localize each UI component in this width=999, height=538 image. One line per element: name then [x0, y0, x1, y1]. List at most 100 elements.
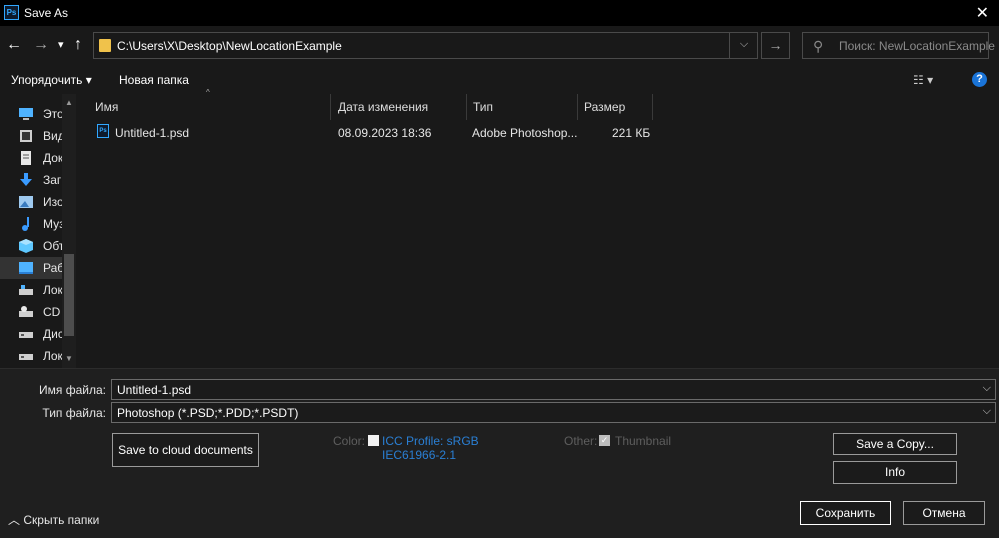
thumbnail-checkbox[interactable]: ✓ — [599, 435, 610, 446]
up-arrow-icon[interactable]: ↑ — [74, 36, 82, 54]
filename-dropdown-chevron-icon[interactable]: ⌵ — [983, 382, 991, 395]
sidebar-item-label: Видео — [43, 129, 62, 143]
color-label: Color: — [333, 434, 366, 448]
sidebar-item-label: Объемные объекты — [43, 239, 62, 253]
forward-arrow-icon[interactable]: → — [33, 36, 49, 54]
sidebar-item-cd-drive[interactable]: CD — [0, 301, 62, 323]
drive-icon — [19, 354, 33, 360]
sidebar-scrollbar[interactable]: ▲ ▼ — [62, 94, 76, 368]
close-icon[interactable]: ✕ — [976, 3, 989, 23]
sidebar-item-videos[interactable]: Видео — [0, 125, 62, 147]
sidebar-item-local-disk[interactable]: Локальный диск — [0, 279, 62, 301]
icc-profile-checkbox[interactable] — [368, 435, 379, 446]
save-button[interactable]: Сохранить — [800, 501, 891, 525]
column-header-type[interactable]: Тип — [467, 94, 578, 120]
filename-label: Имя файла: — [39, 383, 106, 397]
scroll-down-arrow-icon[interactable]: ▼ — [65, 354, 73, 363]
column-header-label: Имя — [95, 100, 119, 114]
sidebar-item-disk[interactable]: Диск — [0, 323, 62, 345]
sidebar-item-label: Документы — [43, 151, 62, 165]
recent-locations-chevron-icon[interactable]: ▾ — [58, 36, 64, 54]
music-icon — [22, 217, 29, 231]
sidebar-item-pictures[interactable]: Изображения — [0, 191, 62, 213]
sidebar-item-label: Этот компьютер — [43, 107, 62, 121]
file-name: Untitled-1.psd — [115, 126, 190, 140]
sort-ascending-icon: ^ — [206, 88, 210, 97]
sidebar-item-desktop[interactable]: Рабочий стол — [0, 257, 62, 279]
hide-folders-label: Скрыть папки — [23, 513, 100, 527]
3d-objects-icon — [19, 239, 33, 253]
cancel-button[interactable]: Отмена — [903, 501, 985, 525]
save-a-copy-button[interactable]: Save a Copy... — [833, 433, 957, 455]
window-title: Save As — [24, 6, 69, 20]
filename-input[interactable]: Untitled-1.psd ⌵ — [111, 379, 996, 400]
column-header-date[interactable]: Дата изменения — [332, 94, 467, 120]
column-header-label: Тип — [473, 100, 494, 114]
sidebar-item-3d-objects[interactable]: Объемные объекты — [0, 235, 62, 257]
sidebar-item-local[interactable]: Локальный — [0, 345, 62, 367]
sidebar-item-label: Музыка — [43, 217, 62, 231]
search-placeholder[interactable]: Поиск: NewLocationExample — [839, 39, 995, 53]
save-to-cloud-button[interactable]: Save to cloud documents — [112, 433, 259, 467]
photoshop-app-icon: Ps — [4, 5, 19, 20]
address-dropdown-chevron-icon[interactable]: ⌵ — [729, 32, 758, 59]
info-button[interactable]: Info — [833, 461, 957, 484]
save-options-panel: Имя файла: Untitled-1.psd ⌵ Тип файла: P… — [0, 368, 999, 538]
navigation-bar: ← → ▾ ↑ C:\Users\X\Desktop\NewLocationEx… — [0, 26, 999, 66]
download-icon — [20, 173, 32, 186]
hide-folders-button[interactable]: ︿ Скрыть папки — [8, 511, 99, 528]
help-icon[interactable]: ? — [972, 72, 987, 87]
computer-icon — [19, 108, 33, 120]
scroll-up-arrow-icon[interactable]: ▲ — [65, 98, 73, 107]
filetype-select[interactable]: Photoshop (*.PSD;*.PDD;*.PSDT) ⌵ — [111, 402, 996, 423]
column-header-label: Размер — [584, 100, 626, 114]
search-icon: ⚲ — [813, 38, 824, 54]
toolbar: Упорядочить ▾ Новая папка ☷ ▾ ? — [0, 66, 999, 94]
title-bar: Ps Save As ✕ — [0, 0, 999, 26]
chevron-up-icon: ︿ — [8, 513, 21, 527]
organize-menu-button[interactable]: Упорядочить ▾ — [11, 73, 92, 87]
navigation-pane: Этот компьютер Видео Документы Загрузки … — [0, 94, 76, 368]
address-bar[interactable]: C:\Users\X\Desktop\NewLocationExample — [93, 32, 758, 59]
filename-value: Untitled-1.psd — [117, 383, 192, 397]
cd-drive-icon — [19, 306, 33, 317]
sidebar-item-label: Изображения — [43, 195, 62, 209]
filetype-label: Тип файла: — [42, 406, 106, 420]
pictures-icon — [19, 196, 33, 208]
desktop-icon — [19, 262, 33, 274]
sidebar-item-music[interactable]: Музыка — [0, 213, 62, 235]
sidebar-item-label: Диск — [43, 327, 62, 341]
sidebar-item-label: Загрузки — [43, 173, 62, 187]
search-input[interactable]: ⚲ Поиск: NewLocationExample — [802, 32, 995, 59]
icc-profile-label: ICC Profile: sRGB — [382, 434, 479, 448]
sidebar-item-label: Рабочий стол — [43, 261, 62, 275]
column-header-name[interactable]: Имя ^ — [82, 88, 331, 120]
sidebar-item-this-pc[interactable]: Этот компьютер — [0, 103, 62, 125]
file-list: Имя ^ Дата изменения Тип Размер Ps Untit… — [82, 88, 999, 368]
file-size: 221 КБ — [612, 126, 651, 140]
sidebar-item-label: Локальный — [43, 349, 62, 363]
column-header-size[interactable]: Размер — [578, 94, 653, 120]
new-folder-button[interactable]: Новая папка — [119, 73, 189, 87]
filetype-dropdown-chevron-icon[interactable]: ⌵ — [983, 405, 991, 418]
file-type: Adobe Photoshop... — [472, 126, 578, 140]
psd-file-icon: Ps — [97, 124, 109, 138]
video-icon — [20, 130, 32, 142]
file-date: 08.09.2023 18:36 — [338, 126, 432, 140]
sidebar-item-label: Локальный диск — [43, 283, 62, 297]
folder-icon — [99, 39, 111, 52]
file-row[interactable]: Ps Untitled-1.psd 08.09.2023 18:36 Adobe… — [82, 122, 999, 144]
filetype-value: Photoshop (*.PSD;*.PDD;*.PSDT) — [117, 406, 299, 420]
sidebar-item-documents[interactable]: Документы — [0, 147, 62, 169]
icc-profile-value: IEC61966-2.1 — [382, 448, 457, 462]
sidebar-item-label: CD — [43, 305, 61, 319]
drive-icon — [19, 285, 33, 295]
address-path[interactable]: C:\Users\X\Desktop\NewLocationExample — [117, 39, 342, 53]
view-options-icon[interactable]: ☷ ▾ — [913, 73, 933, 87]
thumbnail-label: Thumbnail — [615, 434, 672, 448]
sidebar-item-downloads[interactable]: Загрузки — [0, 169, 62, 191]
other-label: Other: — [564, 434, 598, 448]
scrollbar-thumb[interactable] — [64, 254, 74, 336]
go-arrow-icon[interactable]: → — [761, 32, 790, 59]
back-arrow-icon[interactable]: ← — [6, 36, 22, 54]
